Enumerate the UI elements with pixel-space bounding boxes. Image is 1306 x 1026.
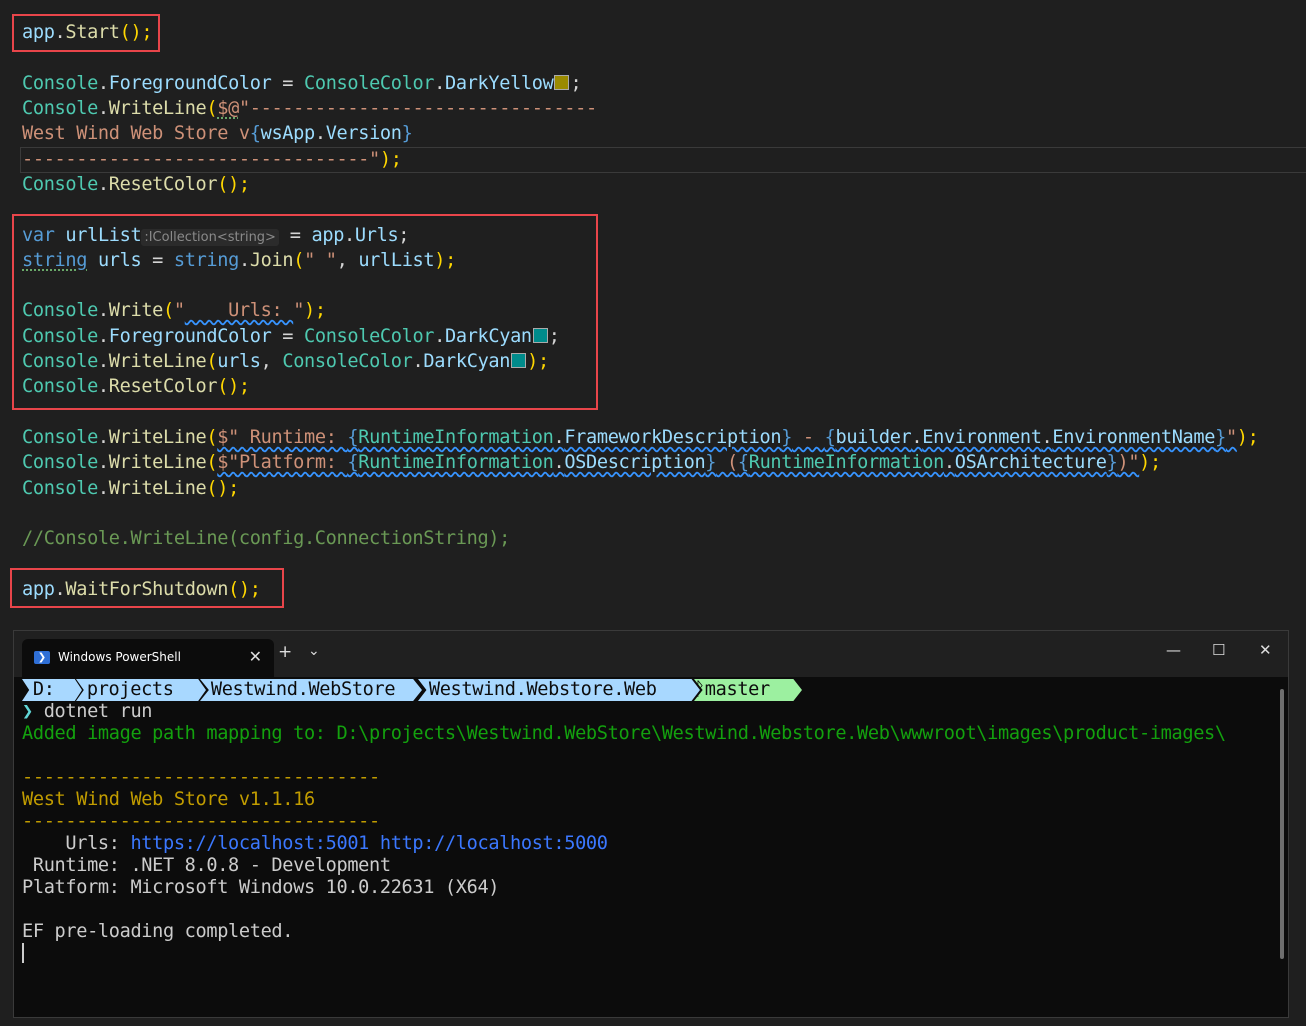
terminal-command-line: ❯ dotnet run: [22, 701, 153, 722]
code-line-runtime[interactable]: Console.WriteLine($" Runtime: {RuntimeIn…: [22, 425, 1259, 450]
terminal-scrollbar[interactable]: [1280, 689, 1284, 959]
code-line-foreground-yellow[interactable]: Console.ForegroundColor = ConsoleColor.D…: [22, 71, 582, 96]
highlight-box-app-start: [12, 14, 160, 52]
powershell-icon: ❯: [34, 651, 50, 664]
prompt-segment-projects: projects: [76, 679, 206, 701]
terminal-line-dashes-bottom: ---------------------------------: [22, 811, 380, 832]
close-tab-icon[interactable]: ✕: [249, 647, 262, 666]
highlight-box-urls-block: [12, 214, 598, 410]
tab-dropdown-icon[interactable]: ⌄: [308, 643, 320, 659]
prompt-segment-git-branch: ᚹmaster: [694, 679, 802, 701]
prompt-chevron-icon: ❯: [22, 701, 33, 722]
code-line-writeline-empty[interactable]: Console.WriteLine();: [22, 476, 239, 501]
code-line-banner-end[interactable]: --------------------------------");: [22, 147, 402, 172]
code-line-writeline-banner-start[interactable]: Console.WriteLine($@"-------------------…: [22, 96, 597, 121]
tab-title: Windows PowerShell: [58, 650, 181, 664]
terminal-line-dashes-top: ---------------------------------: [22, 767, 380, 788]
prompt-segment-webstore-web: Westwind.Webstore.Web: [418, 679, 700, 701]
code-line-comment[interactable]: //Console.WriteLine(config.ConnectionStr…: [22, 526, 510, 551]
terminal-line-mapping: Added image path mapping to: D:\projects…: [22, 723, 1226, 744]
prompt-segment-webstore: Westwind.WebStore: [200, 679, 422, 701]
terminal-line-platform: Platform: Microsoft Windows 10.0.22631 (…: [22, 877, 500, 898]
terminal-line-ef: EF pre-loading completed.: [22, 921, 294, 942]
terminal-line-banner: West Wind Web Store v1.1.16: [22, 789, 315, 810]
highlight-box-wait-for-shutdown: [10, 568, 284, 608]
close-window-icon[interactable]: ✕: [1259, 641, 1272, 659]
code-line-reset-color[interactable]: Console.ResetColor();: [22, 172, 250, 197]
code-line-banner-title[interactable]: West Wind Web Store v{wsApp.Version}: [22, 121, 413, 146]
terminal-line-urls: Urls: https://localhost:5001 http://loca…: [22, 833, 608, 854]
terminal-line-runtime: Runtime: .NET 8.0.8 - Development: [22, 855, 391, 876]
terminal-cursor: [22, 943, 24, 963]
terminal-window[interactable]: ❯ Windows PowerShell ✕ + ⌄ — ☐ ✕ D: proj…: [13, 630, 1289, 1018]
minimize-icon[interactable]: —: [1166, 641, 1181, 659]
code-line-platform[interactable]: Console.WriteLine($"Platform: {RuntimeIn…: [22, 450, 1161, 475]
tab-windows-powershell[interactable]: ❯ Windows PowerShell ✕: [22, 639, 274, 677]
maximize-icon[interactable]: ☐: [1212, 641, 1225, 659]
new-tab-button[interactable]: +: [278, 642, 292, 662]
code-editor[interactable]: app.Start(); Console.ForegroundColor = C…: [0, 0, 1306, 628]
color-swatch-dark-yellow[interactable]: [554, 75, 570, 90]
terminal-titlebar: ❯ Windows PowerShell ✕ + ⌄ — ☐ ✕: [14, 631, 1288, 677]
prompt-segment-drive: D:: [22, 679, 82, 701]
